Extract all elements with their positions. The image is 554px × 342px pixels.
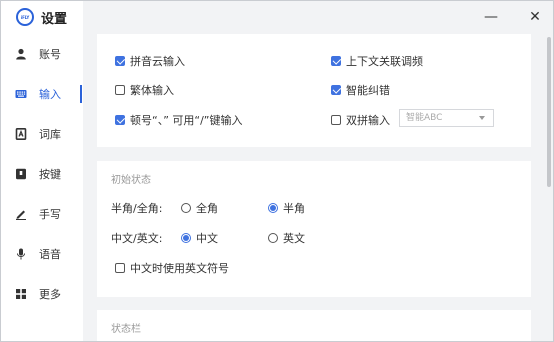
- sidebar-item-label: 输入: [39, 88, 61, 101]
- user-icon: [15, 48, 27, 60]
- checkbox-label: 拼音云输入: [130, 55, 185, 68]
- scrollbar[interactable]: [547, 37, 551, 187]
- app-title: 设置: [41, 12, 68, 27]
- half-width-radio[interactable]: 半角: [268, 200, 305, 216]
- sidebar-item-keys[interactable]: 按键: [1, 154, 83, 194]
- checkbox-unchecked-icon: [115, 85, 125, 95]
- double-pinyin-checkbox[interactable]: 双拼输入: [331, 112, 390, 128]
- english-punct-in-chinese-checkbox[interactable]: 中文时使用英文符号: [115, 260, 229, 276]
- close-button[interactable]: ✕: [523, 5, 547, 29]
- sidebar-item-label: 手写: [39, 208, 61, 221]
- app-logo-icon: iFLY: [16, 8, 34, 26]
- sidebar-item-label: 账号: [39, 48, 61, 61]
- dictionary-icon: [15, 128, 27, 140]
- checkbox-label: 智能纠错: [346, 84, 390, 97]
- minimize-button[interactable]: —: [479, 5, 503, 29]
- settings-window: iFLY 设置 账号 输入 词库 按键 手写 语音 更多 — ✕ 拼音云输入 上…: [0, 0, 554, 342]
- keyboard-icon: [15, 88, 27, 100]
- sidebar-item-label: 更多: [39, 288, 61, 301]
- key-icon: [15, 168, 27, 180]
- grid-icon: [15, 288, 27, 300]
- radio-label: 英文: [283, 232, 305, 245]
- traditional-checkbox[interactable]: 繁体输入: [115, 82, 174, 98]
- pinyin-cloud-checkbox[interactable]: 拼音云输入: [115, 53, 185, 69]
- chinese-radio[interactable]: 中文: [181, 230, 218, 246]
- sidebar-item-label: 语音: [39, 248, 61, 261]
- checkbox-checked-icon: [115, 115, 125, 125]
- checkbox-label: 顿号“、” 可用“/”键输入: [130, 114, 243, 127]
- checkbox-label: 双拼输入: [346, 114, 390, 127]
- radio-off-icon: [181, 203, 191, 213]
- checkbox-label: 上下文关联调频: [346, 55, 423, 68]
- sidebar-item-label: 词库: [39, 128, 61, 141]
- double-pinyin-scheme-select[interactable]: 智能ABC: [399, 109, 494, 127]
- checkbox-unchecked-icon: [331, 115, 341, 125]
- checkbox-checked-icon: [331, 85, 341, 95]
- chevron-down-icon: [479, 116, 485, 120]
- punctuation-checkbox[interactable]: 顿号“、” 可用“/”键输入: [115, 112, 243, 128]
- input-options-card: 拼音云输入 上下文关联调频 繁体输入 智能纠错 顿号“、” 可用“/”键输入 双…: [97, 34, 531, 147]
- initial-state-card: 初始状态 半角/全角: 全角 半角 中文/英文: 中文 英文 中文时使用英文符号: [97, 161, 531, 297]
- language-mode-label: 中文/英文:: [111, 232, 163, 245]
- radio-label: 全角: [196, 202, 218, 215]
- sidebar-item-account[interactable]: 账号: [1, 34, 83, 74]
- section-title: 状态栏: [111, 324, 141, 335]
- checkbox-checked-icon: [115, 56, 125, 66]
- sidebar-item-voice[interactable]: 语音: [1, 234, 83, 274]
- sidebar-item-input[interactable]: 输入: [1, 74, 83, 114]
- sidebar: iFLY 设置 账号 输入 词库 按键 手写 语音 更多: [1, 1, 83, 341]
- radio-off-icon: [268, 233, 278, 243]
- sidebar-item-handwriting[interactable]: 手写: [1, 194, 83, 234]
- active-indicator: [80, 85, 82, 103]
- checkbox-label: 繁体输入: [130, 84, 174, 97]
- radio-label: 中文: [196, 232, 218, 245]
- select-value: 智能ABC: [406, 113, 443, 123]
- english-radio[interactable]: 英文: [268, 230, 305, 246]
- full-width-radio[interactable]: 全角: [181, 200, 218, 216]
- sidebar-item-label: 按键: [39, 168, 61, 181]
- radio-on-icon: [181, 233, 191, 243]
- app-logo-text: iFLY: [20, 14, 30, 20]
- checkbox-checked-icon: [331, 56, 341, 66]
- checkbox-unchecked-icon: [115, 263, 125, 273]
- radio-on-icon: [268, 203, 278, 213]
- context-adjust-checkbox[interactable]: 上下文关联调频: [331, 53, 423, 69]
- status-bar-card: 状态栏: [97, 310, 531, 341]
- smart-correct-checkbox[interactable]: 智能纠错: [331, 82, 390, 98]
- pen-icon: [15, 208, 27, 220]
- microphone-icon: [15, 248, 27, 260]
- section-title: 初始状态: [111, 175, 151, 186]
- sidebar-item-dictionary[interactable]: 词库: [1, 114, 83, 154]
- sidebar-item-more[interactable]: 更多: [1, 274, 83, 314]
- radio-label: 半角: [283, 202, 305, 215]
- width-mode-label: 半角/全角:: [111, 202, 163, 215]
- checkbox-label: 中文时使用英文符号: [130, 262, 229, 275]
